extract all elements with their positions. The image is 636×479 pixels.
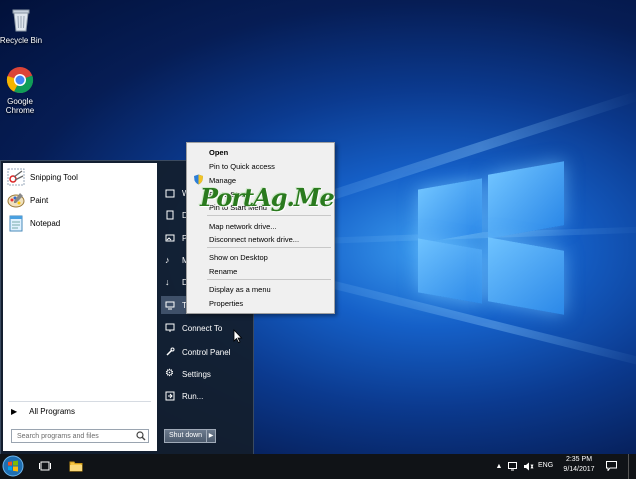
- divider: [9, 401, 151, 402]
- chevron-up-icon: ▲: [495, 463, 503, 470]
- mouse-cursor-icon: [233, 328, 243, 345]
- this-pc-icon: [165, 300, 175, 310]
- triangle-right-icon: ▶: [11, 407, 18, 416]
- tray-overflow-button[interactable]: ▲: [494, 454, 504, 479]
- file-explorer-button[interactable]: [67, 454, 85, 479]
- action-center-button[interactable]: [604, 454, 618, 479]
- window-logo-pane: [418, 178, 482, 244]
- taskbar: ▲ ENG 2:35 PM 9/14/2017: [0, 454, 636, 479]
- program-paint[interactable]: Paint: [7, 190, 48, 210]
- divider: [207, 279, 331, 280]
- context-item-properties[interactable]: Properties: [209, 299, 243, 308]
- search-placeholder: Search programs and files: [17, 433, 99, 440]
- task-view-icon: [39, 461, 51, 473]
- start-right-item-documents[interactable]: D: [165, 206, 188, 224]
- search-icon[interactable]: [136, 431, 146, 441]
- snipping-tool-icon: [7, 168, 25, 186]
- start-right-label: Connect To: [182, 323, 223, 333]
- notification-icon: [605, 460, 617, 473]
- program-label: Notepad: [30, 218, 61, 228]
- connect-to-icon: [165, 323, 175, 333]
- settings-icon: ⚙: [165, 368, 174, 379]
- start-right-label: Control Panel: [182, 347, 231, 357]
- network-tray-icon[interactable]: [507, 454, 519, 479]
- watermark: PortAg.Me: [200, 183, 335, 212]
- shutdown-button[interactable]: Shut down: [164, 429, 208, 443]
- start-right-label: Run...: [182, 391, 204, 401]
- shutdown-options-arrow-icon[interactable]: ▶: [207, 429, 217, 443]
- downloads-icon: ↓: [165, 277, 170, 287]
- user-folder-icon: [165, 188, 175, 198]
- start-menu-programs-pane: Snipping Tool Paint Notepad ▶ All Progra…: [3, 163, 157, 451]
- start-button[interactable]: [0, 454, 26, 479]
- start-right-item-control-panel[interactable]: Control Panel: [165, 343, 230, 361]
- pictures-icon: [165, 233, 175, 243]
- run-icon: [165, 391, 175, 401]
- search-input[interactable]: Search programs and files: [11, 429, 149, 443]
- documents-icon: [165, 210, 175, 220]
- shutdown-group: Shut down ▶: [164, 429, 217, 443]
- desktop-icon-label: Google Chrome: [5, 97, 35, 115]
- divider: [207, 215, 331, 216]
- context-menu: Open Pin to Quick access Manage Pin to S…: [186, 142, 335, 314]
- start-right-item-downloads[interactable]: ↓ D: [165, 273, 188, 291]
- clock-date: 9/14/2017: [563, 466, 595, 473]
- windows-orb-icon: [2, 455, 24, 479]
- start-right-item-connect-to[interactable]: Connect To: [165, 319, 222, 337]
- chrome-icon: [6, 66, 34, 94]
- recycle-bin-icon: [7, 5, 35, 33]
- context-item-display-as-menu[interactable]: Display as a menu: [209, 285, 271, 294]
- all-programs-button[interactable]: ▶ All Programs: [11, 407, 75, 416]
- program-label: Paint: [30, 195, 49, 205]
- show-desktop-button[interactable]: [628, 454, 636, 479]
- start-right-label: Settings: [182, 369, 211, 379]
- start-right-item-pictures[interactable]: P: [165, 229, 187, 247]
- clock[interactable]: 2:35 PM 9/14/2017: [559, 456, 599, 473]
- folder-icon: [69, 460, 83, 474]
- desktop-icon-recycle-bin[interactable]: Recycle Bin: [0, 5, 47, 45]
- all-programs-label: All Programs: [29, 407, 75, 416]
- music-icon: ♪: [165, 255, 170, 265]
- program-notepad[interactable]: Notepad: [7, 213, 60, 233]
- desktop-icon-google-chrome[interactable]: Google Chrome: [0, 66, 46, 115]
- context-item-rename[interactable]: Rename: [209, 267, 237, 276]
- task-view-button[interactable]: [36, 454, 54, 479]
- input-language-indicator[interactable]: ENG: [538, 462, 553, 469]
- program-label: Snipping Tool: [30, 172, 78, 182]
- paint-icon: [7, 191, 25, 209]
- desktop-icon-label: Recycle Bin: [0, 36, 43, 45]
- context-item-open[interactable]: Open: [209, 148, 228, 157]
- volume-tray-icon[interactable]: [522, 454, 534, 479]
- context-item-show-on-desktop[interactable]: Show on Desktop: [209, 253, 268, 262]
- divider: [207, 247, 331, 248]
- context-item-pin-quick-access[interactable]: Pin to Quick access: [209, 162, 275, 171]
- notepad-icon: [7, 214, 25, 232]
- control-panel-icon: [165, 347, 175, 357]
- window-logo-pane: [488, 161, 564, 239]
- clock-time: 2:35 PM: [565, 456, 593, 463]
- context-item-map-network-drive[interactable]: Map network drive...: [209, 222, 277, 231]
- window-logo-pane: [488, 237, 564, 315]
- context-item-disconnect-network-drive[interactable]: Disconnect network drive...: [209, 235, 299, 244]
- program-snipping-tool[interactable]: Snipping Tool: [7, 167, 78, 187]
- start-right-item-run[interactable]: Run...: [165, 387, 203, 405]
- window-logo-pane: [418, 238, 482, 304]
- start-right-item-settings[interactable]: ⚙ Settings: [165, 365, 211, 383]
